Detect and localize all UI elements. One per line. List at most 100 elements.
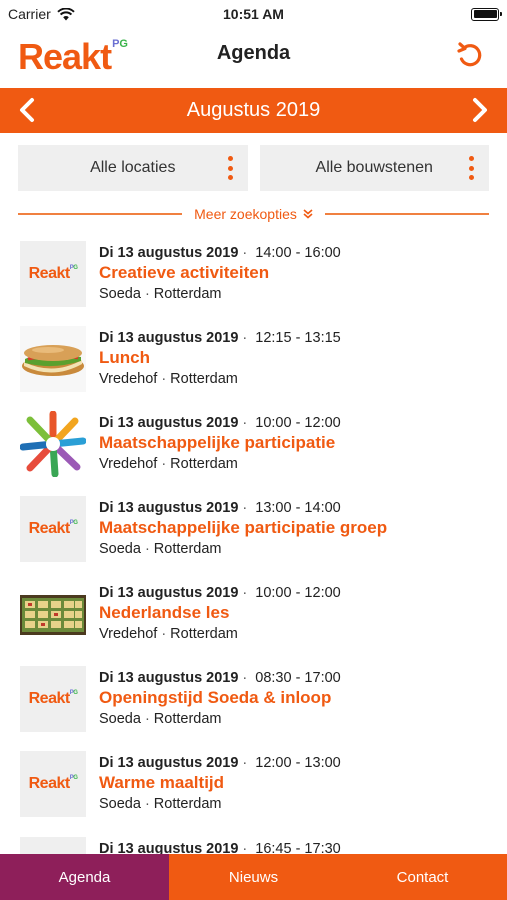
event-title: Openingstijd Soeda & inloop: [99, 688, 332, 707]
event-date: Di 13 augustus 2019: [99, 415, 239, 431]
sandwich-image: [20, 326, 86, 392]
event-time: 12:00 - 13:00: [255, 755, 341, 771]
filter-row: Alle locaties Alle bouwstenen: [18, 145, 489, 191]
event-time: 16:45 - 17:30: [255, 841, 341, 854]
event-title: Creatieve activiteiten: [99, 263, 270, 282]
more-vertical-icon: [469, 156, 475, 180]
bottom-tab-bar: Agenda Nieuws Contact: [0, 854, 507, 900]
event-thumbnail: ReaktPG: [20, 751, 86, 817]
event-list: Reakt PG Di 13 augustus 2019 · 14:00 - 16:0…: [0, 236, 507, 854]
event-details: Di 13 augustus 2019 · 12:00 - 13:00 Warme …: [99, 755, 499, 812]
event-date-line: Di 13 augustus 2019 · 08:30 - 17:00: [99, 670, 341, 686]
page-title: Agenda: [216, 42, 291, 64]
event-time: 08:30 - 17:00: [255, 670, 341, 686]
event-item[interactable]: Di 13 augustus 2019 · 12:15 - 13:15 Lunch …: [0, 321, 507, 406]
reakt-logo-icon: ReaktPG: [28, 775, 78, 792]
event-item[interactable]: ReaktPG Di 13 augustus 2019·16:45 - 17:3…: [0, 832, 507, 854]
event-item[interactable]: Di 13 augustus 2019 · 10:00 - 12:00 Maatsc…: [0, 406, 507, 491]
location-filter-button[interactable]: Alle locaties: [18, 145, 248, 191]
app-header: Reakt PG Agenda: [0, 30, 507, 84]
event-details: Di 13 augustus 2019 · 08:30 - 17:00 Openin…: [99, 670, 499, 727]
event-details: Di 13 augustus 2019 · 16:45 - 17:30: [99, 841, 499, 854]
event-location: Soeda · Rotterdam: [99, 541, 222, 557]
classroom-board-image: [20, 581, 86, 647]
event-thumbnail: [20, 326, 86, 392]
event-title: Nederlandse les: [99, 603, 230, 622]
event-details: Di 13 augustus 2019 · 10:00 - 12:00 Nederl…: [99, 585, 499, 642]
event-location: Soeda · Rotterdam: [99, 286, 222, 302]
hands-circle-image: [20, 411, 86, 477]
event-title: Maatschappelijke participatie: [99, 433, 336, 452]
event-title: Maatschappelijke participatie groep: [99, 518, 388, 537]
event-time: 10:00 - 12:00: [255, 415, 341, 431]
chevron-left-icon[interactable]: [14, 96, 42, 124]
month-label: Augustus 2019: [186, 99, 321, 121]
event-thumbnail: ReaktPG: [20, 837, 86, 854]
event-details: Di 13 augustus 2019 · 14:00 - 16:00 Creati…: [99, 245, 499, 302]
battery-icon: [471, 7, 502, 21]
reakt-logo-icon: ReaktPG: [28, 690, 78, 707]
event-date: Di 13 augustus 2019: [99, 245, 239, 261]
event-date-line: Di 13 augustus 2019 · 16:45 - 17:30: [99, 841, 499, 854]
event-date-line: Di 13 augustus 2019 · 12:15 - 13:15: [99, 330, 341, 346]
building-block-filter-button[interactable]: Alle bouwstenen: [259, 145, 489, 191]
chevron-right-icon[interactable]: [465, 96, 493, 124]
more-options-label: Meer zoekopties: [194, 206, 297, 222]
event-item[interactable]: Reakt PG Di 13 augustus 2019 · 08:30 - 17:0…: [0, 661, 507, 746]
status-bar: Carrier 10:51 AM: [0, 0, 507, 28]
carrier-label: Carrier: [8, 6, 51, 22]
event-item[interactable]: Di 13 augustus 2019 · 10:00 - 12:00 Nederl…: [0, 576, 507, 661]
event-date: Di 13 augustus 2019: [99, 500, 239, 516]
reakt-logo-icon: ReaktPG: [28, 520, 78, 537]
event-thumbnail: ReaktPG: [20, 666, 86, 732]
divider-right: [324, 213, 489, 215]
event-date: Di 13 augustus 2019: [99, 585, 239, 601]
event-date-line: Di 13 augustus 2019 · 13:00 - 14:00: [99, 500, 341, 516]
event-details: Di 13 augustus 2019 · 12:15 - 13:15 Lunch …: [99, 330, 499, 387]
event-location: Vredehof · Rotterdam: [99, 456, 238, 472]
refresh-icon[interactable]: [455, 40, 485, 70]
event-details: Di 13 augustus 2019 · 13:00 - 14:00 Maatsc…: [99, 500, 499, 557]
event-thumbnail: ReaktPG: [20, 241, 86, 307]
event-location: Vredehof · Rotterdam: [99, 626, 238, 642]
event-item[interactable]: Reakt PG Di 13 augustus 2019 · 13:00 - 14:0…: [0, 491, 507, 576]
double-chevron-down-icon: [303, 209, 313, 219]
more-options-button[interactable]: Meer zoekopties: [182, 206, 325, 222]
event-details: Di 13 augustus 2019 · 10:00 - 12:00 Maatsc…: [99, 415, 499, 472]
event-location: Vredehof · Rotterdam: [99, 371, 238, 387]
location-filter-label: Alle locaties: [90, 159, 176, 176]
event-date: Di 13 augustus 2019: [99, 330, 239, 346]
event-time: 14:00 - 16:00: [255, 245, 341, 261]
status-time: 10:51 AM: [223, 6, 284, 22]
reakt-logo-icon: ReaktPG: [20, 837, 86, 854]
event-date-line: Di 13 augustus 2019 · 12:00 - 13:00: [99, 755, 341, 771]
wifi-icon: [57, 7, 75, 20]
status-left: Carrier: [8, 6, 75, 22]
event-title: Warme maaltijd: [99, 773, 225, 792]
reakt-logo-icon: ReaktPG: [28, 265, 78, 282]
event-date: Di 13 augustus 2019: [99, 670, 239, 686]
event-item[interactable]: Reakt PG Di 13 augustus 2019 · 14:00 - 16:0…: [0, 236, 507, 321]
event-time: 12:15 - 13:15: [255, 330, 341, 346]
tab-nieuws[interactable]: Nieuws: [169, 854, 338, 900]
more-vertical-icon: [227, 156, 234, 180]
event-thumbnail: [20, 581, 86, 647]
tab-agenda[interactable]: Agenda: [0, 854, 169, 900]
building-block-filter-label: Alle bouwstenen: [315, 159, 433, 176]
divider-left: [18, 213, 183, 215]
event-time: 10:00 - 12:00: [255, 585, 341, 601]
more-options-row: Meer zoekopties: [18, 203, 489, 225]
event-location: Soeda · Rotterdam: [99, 711, 222, 727]
event-item[interactable]: Reakt PG Di 13 augustus 2019 · 12:00 - 13:0…: [0, 746, 507, 831]
event-date: Di 13 augustus 2019: [99, 755, 239, 771]
event-date-line: Di 13 augustus 2019 · 14:00 - 16:00: [99, 245, 341, 261]
event-time: 13:00 - 14:00: [255, 500, 341, 516]
event-date-line: Di 13 augustus 2019 · 10:00 - 12:00: [99, 415, 341, 431]
event-date: Di 13 augustus 2019: [99, 841, 239, 854]
tab-contact[interactable]: Contact: [338, 854, 507, 900]
event-title: Lunch: [99, 348, 150, 367]
event-date-line: Di 13 augustus 2019 · 10:00 - 12:00: [99, 585, 341, 601]
event-location: Soeda · Rotterdam: [99, 796, 222, 812]
event-thumbnail: [20, 411, 86, 477]
month-navigation: Augustus 2019: [0, 88, 507, 133]
